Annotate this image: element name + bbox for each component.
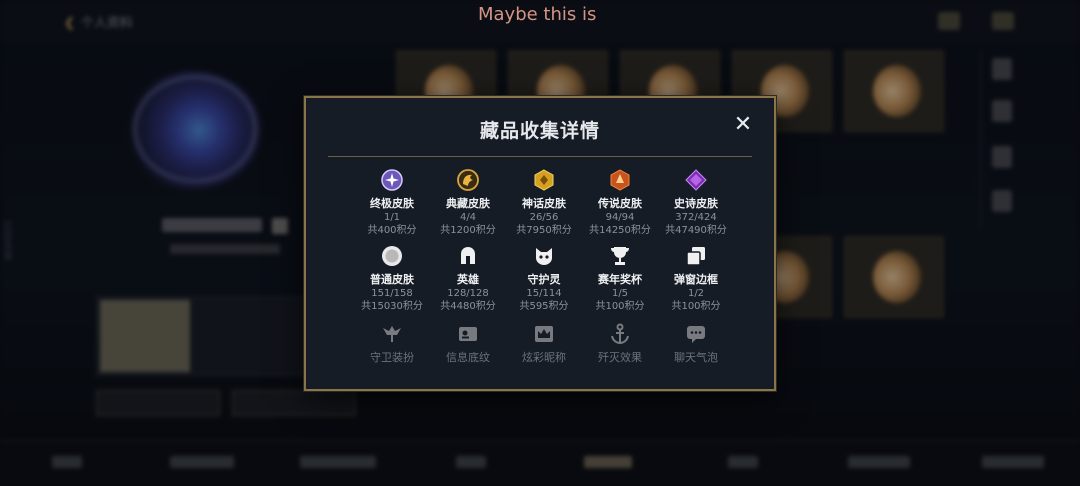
collection-item-infocard[interactable]: 信息底纹: [430, 322, 506, 365]
item-name: 弹窗边框: [674, 273, 718, 286]
item-name: 守护灵: [527, 273, 561, 286]
item-count: 26/56: [529, 212, 559, 223]
mythic-skin-icon: [534, 169, 554, 191]
trophy-icon: [611, 247, 629, 265]
info-card-icon: [459, 327, 477, 341]
item-name: 赛年奖杯: [598, 273, 642, 286]
collection-item-trophy[interactable]: 赛年奖杯 1/5 共100积分: [582, 244, 658, 314]
item-points: 共100积分: [671, 301, 721, 312]
crown-nickname-icon: [535, 326, 553, 342]
item-name: 守卫装扮: [370, 351, 414, 364]
item-points: 共595积分: [519, 301, 569, 312]
item-points: 共7950积分: [516, 225, 572, 236]
collection-item-legendary[interactable]: 传说皮肤 94/94 共14250积分: [582, 168, 658, 238]
item-count: 1/1: [383, 212, 401, 223]
item-name: 炫彩昵称: [522, 351, 566, 364]
item-name: 英雄: [457, 273, 479, 286]
item-points: 共1200积分: [440, 225, 496, 236]
collectors-skin-icon: [457, 169, 479, 191]
hero-helmet-icon: [461, 247, 475, 264]
collection-item-guardian[interactable]: 守护灵 15/114 共595积分: [506, 244, 582, 314]
item-count: 151/158: [371, 288, 413, 299]
chat-bubble-icon: [687, 326, 705, 343]
collection-item-chat[interactable]: 聊天气泡: [658, 322, 734, 365]
item-points: 共4480积分: [440, 301, 496, 312]
collection-item-effect[interactable]: 歼灭效果: [582, 322, 658, 365]
close-icon[interactable]: ✕: [732, 114, 754, 136]
item-name: 信息底纹: [446, 351, 490, 364]
collection-item-nickname[interactable]: 炫彩昵称: [506, 322, 582, 365]
item-count: 128/128: [447, 288, 489, 299]
collection-item-ultimate[interactable]: 终极皮肤 1/1 共400积分: [354, 168, 430, 238]
collection-item-epic[interactable]: 史诗皮肤 372/424 共47490积分: [658, 168, 734, 238]
item-name: 聊天气泡: [674, 351, 718, 364]
popup-frame-icon: [686, 247, 705, 266]
collection-details-modal: 藏品收集详情 ✕ 终极皮肤 1/1 共400积分 典藏皮肤 4/4 共1200积…: [304, 96, 776, 391]
normal-skin-icon: [382, 246, 402, 266]
item-name: 普通皮肤: [370, 273, 414, 286]
collection-item-hero[interactable]: 英雄 128/128 共4480积分: [430, 244, 506, 314]
epic-skin-icon: [685, 169, 707, 191]
collection-item-normal[interactable]: 普通皮肤 151/158 共15030积分: [354, 244, 430, 314]
item-points: 共15030积分: [361, 301, 423, 312]
item-name: 史诗皮肤: [674, 197, 718, 210]
item-points: 共47490积分: [665, 225, 727, 236]
collection-item-ward[interactable]: 守卫装扮: [354, 322, 430, 365]
collection-item-collectors[interactable]: 典藏皮肤 4/4 共1200积分: [430, 168, 506, 238]
modal-title: 藏品收集详情: [479, 120, 600, 142]
item-count: 15/114: [526, 288, 562, 299]
collection-item-mythic[interactable]: 神话皮肤 26/56 共7950积分: [506, 168, 582, 238]
item-count: 372/424: [675, 212, 717, 223]
item-name: 典藏皮肤: [446, 197, 490, 210]
item-points: 共400积分: [367, 225, 417, 236]
item-count: 1/2: [687, 288, 705, 299]
item-name: 歼灭效果: [598, 351, 642, 364]
item-name: 神话皮肤: [522, 197, 566, 210]
anchor-effect-icon: [611, 323, 629, 345]
overlay-caption: Maybe this is: [478, 4, 597, 25]
ward-skin-icon: [383, 326, 401, 342]
item-points: 共100积分: [595, 301, 645, 312]
item-count: 94/94: [605, 212, 635, 223]
item-count: 4/4: [459, 212, 477, 223]
collection-item-frame[interactable]: 弹窗边框 1/2 共100积分: [658, 244, 734, 314]
item-count: 1/5: [611, 288, 629, 299]
legendary-skin-icon: [610, 169, 630, 191]
item-name: 传说皮肤: [598, 197, 642, 210]
title-divider: [328, 156, 752, 157]
item-points: 共14250积分: [589, 225, 651, 236]
guardian-spirit-icon: [536, 248, 552, 265]
item-name: 终极皮肤: [370, 197, 414, 210]
ultimate-skin-icon: [381, 169, 403, 191]
